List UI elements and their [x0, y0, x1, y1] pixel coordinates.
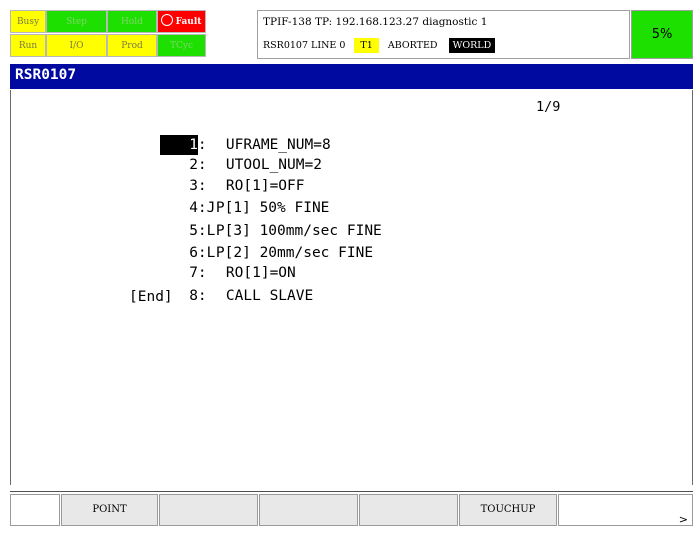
page-indicator: 1/9 [536, 99, 561, 115]
line-instruction: CALL SLAVE [225, 288, 314, 304]
program-line[interactable]: 8: CALL SLAVE [125, 266, 313, 304]
io-led: I/O [46, 34, 107, 57]
f2-key[interactable] [159, 494, 258, 526]
status-message: TPIF-138 TP: 192.168.123.27 diagnostic 1 [263, 16, 488, 28]
function-key-bar: POINT TOUCHUP > [10, 491, 693, 526]
point-key[interactable]: POINT [61, 494, 158, 526]
next-arrow-icon: > [678, 513, 688, 526]
f4-key[interactable] [359, 494, 458, 526]
program-line-indicator: RSR0107 LINE 0 [263, 40, 346, 51]
next-page-key[interactable]: > [558, 494, 693, 526]
program-editor[interactable]: 1/9 1: UFRAME_NUM=8 2: UTOOL_NUM=2 3: RO[1]… [10, 90, 693, 485]
program-title-bar: RSR0107 [10, 64, 693, 89]
run-led: Run [10, 34, 46, 57]
top-strip [0, 0, 693, 6]
end-of-program: [End] [129, 289, 173, 305]
coord-system-badge: WORLD [448, 38, 496, 53]
program-state: ABORTED [387, 40, 438, 51]
program-line[interactable]: 6:LP[2] 20mm/sec FINE [125, 223, 373, 261]
tcyc-led: TCyc [157, 34, 206, 57]
fault-indicator-icon [161, 14, 173, 26]
program-line[interactable]: 3: RO[1]=OFF [125, 156, 304, 194]
prod-led: Prod [107, 34, 157, 57]
program-status-line: RSR0107 LINE 0 T1 ABORTED WORLD [263, 38, 496, 53]
touchup-key[interactable]: TOUCHUP [459, 494, 557, 526]
fault-led: Fault [157, 10, 206, 33]
program-line[interactable]: 4:JP[1] 50% FINE [125, 178, 329, 216]
f0-key[interactable] [10, 494, 60, 526]
hold-led: Hold [107, 10, 157, 33]
step-led: Step [46, 10, 107, 33]
busy-led: Busy [10, 10, 46, 33]
line-motion-type: : [197, 288, 207, 304]
program-line[interactable]: 7: RO[1]=ON [125, 243, 296, 281]
mode-badge: T1 [354, 38, 379, 53]
f3-key[interactable] [259, 494, 358, 526]
program-line[interactable]: 5:LP[3] 100mm/sec FINE [125, 201, 382, 239]
program-line[interactable]: 2: UTOOL_NUM=2 [125, 135, 322, 173]
program-line[interactable]: 1: UFRAME_NUM=8 [125, 115, 331, 155]
speed-override[interactable]: 5% [631, 10, 693, 59]
program-title: RSR0107 [15, 67, 77, 83]
status-panel: TPIF-138 TP: 192.168.123.27 diagnostic 1… [257, 10, 630, 59]
fault-led-label: Fault [175, 17, 202, 27]
